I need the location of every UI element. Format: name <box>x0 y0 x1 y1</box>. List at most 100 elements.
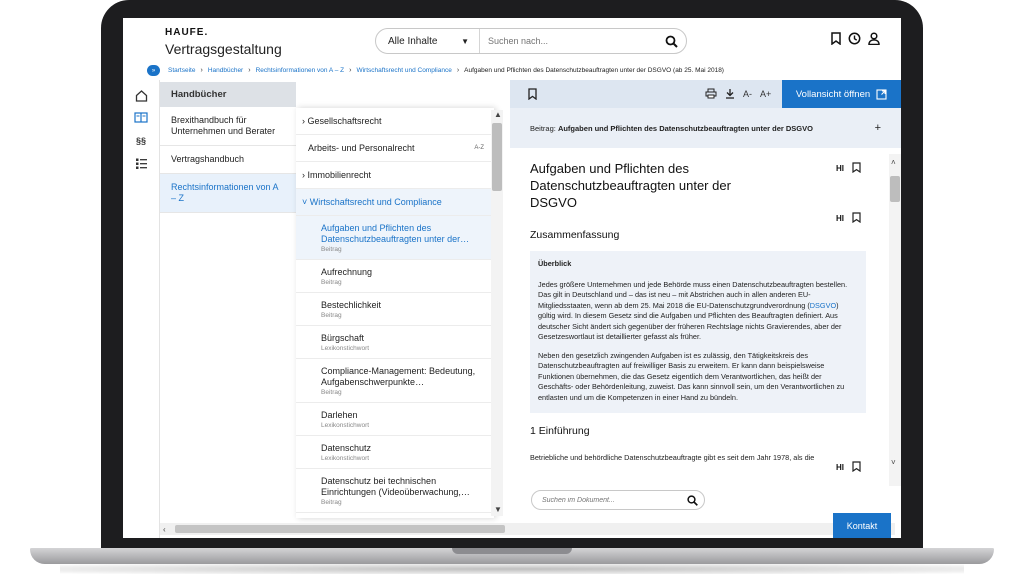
breadcrumb-link[interactable]: Startseite <box>168 67 195 74</box>
left-rail: §§ <box>123 80 160 538</box>
az-sort-icon[interactable]: A-Z <box>474 145 484 151</box>
article-item-active[interactable]: Aufgaben und Pflichten des Datenschutzbe… <box>296 216 494 260</box>
horizontal-scroll-thumb[interactable] <box>175 525 505 533</box>
search-button[interactable] <box>656 29 686 53</box>
global-search: Alle Inhalte ▼ <box>375 28 687 54</box>
document-tools: A- A+ <box>705 80 771 108</box>
document-body: Aufgaben und Pflichten des Datenschutzbe… <box>510 150 888 486</box>
article-header-text: Beitrag: Aufgaben und Pflichten des Date… <box>530 124 813 133</box>
document-scrollbar[interactable] <box>889 154 901 486</box>
bookmark-icon[interactable] <box>852 212 861 225</box>
bookmark-icon[interactable] <box>852 162 861 175</box>
handbook-icon[interactable] <box>134 110 148 124</box>
dsgvo-link[interactable]: DSGVO <box>810 301 836 310</box>
topic-item-label: Arbeits- und Personalrecht <box>308 143 415 153</box>
handbook-item[interactable]: Brexithandbuch für Unternehmen und Berat… <box>160 107 296 146</box>
breadcrumb-link[interactable]: Rechtsinformationen von A – Z <box>256 67 345 74</box>
document-toolbar: A- A+ Vollansicht öffnen <box>510 80 901 108</box>
topic-item[interactable]: › Immobilienrecht <box>296 162 494 189</box>
handbook-item[interactable]: Vertragshandbuch <box>160 146 296 174</box>
document-scroll-thumb[interactable] <box>890 176 900 202</box>
scroll-down-icon[interactable]: ˅ <box>891 458 896 467</box>
search-scope-select[interactable]: Alle Inhalte ▼ <box>376 29 480 53</box>
topic-item[interactable]: › Gesellschaftsrecht <box>296 108 494 135</box>
article-kind: Beitrag <box>321 389 342 396</box>
user-icon[interactable] <box>868 32 880 45</box>
article-kind: Beitrag <box>321 246 342 253</box>
introduction-text: Betriebliche und behördliche Datenschutz… <box>530 453 815 462</box>
title-actions: HI <box>836 162 861 175</box>
paragraph-icon[interactable]: §§ <box>134 134 148 148</box>
breadcrumb-current: Aufgaben und Pflichten des Datenschutzbe… <box>464 67 724 74</box>
article-title: Aufgaben und Pflichten des Datenschutzbe… <box>321 223 470 244</box>
document-search-input[interactable] <box>540 495 687 505</box>
article-item[interactable]: Bestechlichkeit Beitrag <box>296 293 494 326</box>
article-header-title: Aufgaben und Pflichten des Datenschutzbe… <box>557 123 813 133</box>
breadcrumb: » Startseite › Handbücher › Rechtsinform… <box>147 65 724 76</box>
full-view-button[interactable]: Vollansicht öffnen <box>782 80 901 108</box>
search-icon[interactable] <box>687 494 698 506</box>
app-screen: HAUFE. Vertragsgestaltung Alle Inhalte ▼… <box>123 18 901 538</box>
breadcrumb-link[interactable]: Wirtschaftsrecht und Compliance <box>356 67 451 74</box>
article-item[interactable]: Compliance-Management: Bedeutung, Aufgab… <box>296 359 494 403</box>
summary-heading: Überblick <box>538 259 572 268</box>
highlight-button[interactable]: HI <box>836 214 844 223</box>
search-input[interactable] <box>480 36 656 46</box>
search-scope-label: Alle Inhalte <box>388 35 438 47</box>
topic-item-label: Immobilienrecht <box>307 170 372 180</box>
print-icon[interactable] <box>705 88 717 101</box>
section-heading-summary: Zusammenfassung <box>530 229 620 241</box>
article-kind: Lexikonstichwort <box>321 345 370 352</box>
topic-item-active[interactable]: ˅ Wirtschaftsrecht und Compliance <box>296 189 494 216</box>
bookmark-icon[interactable] <box>528 88 537 100</box>
handbook-nav-header: Handbücher <box>160 82 296 107</box>
laptop-shadow <box>60 564 964 574</box>
haufe-logo[interactable]: HAUFE. <box>165 27 208 38</box>
breadcrumb-toggle-button[interactable]: » <box>147 65 160 76</box>
article-item[interactable]: Aufrechnung Beitrag <box>296 260 494 293</box>
article-item[interactable]: Datenschutz Lexikonstichwort <box>296 436 494 469</box>
list-icon[interactable] <box>134 156 148 170</box>
font-smaller-button[interactable]: A- <box>743 89 752 99</box>
scroll-down-icon[interactable]: ▼ <box>494 505 502 514</box>
topic-nav-scroll-thumb[interactable] <box>492 123 502 191</box>
handbook-item-active[interactable]: Rechtsinformationen von A – Z <box>160 174 296 213</box>
topic-item-label: Wirtschaftsrecht und Compliance <box>309 197 442 207</box>
highlight-button[interactable]: HI <box>836 463 844 472</box>
history-clock-icon[interactable] <box>848 32 861 45</box>
scroll-up-icon[interactable]: ˄ <box>891 158 896 167</box>
scroll-up-icon[interactable]: ▲ <box>494 110 502 119</box>
topic-item[interactable]: Arbeits- und Personalrecht A-Z <box>296 135 494 162</box>
breadcrumb-separator: › <box>349 67 352 74</box>
search-icon <box>665 35 678 48</box>
chevron-down-icon: ˅ <box>302 197 310 207</box>
topic-item-label: Gesellschaftsrecht <box>307 116 382 126</box>
download-icon[interactable] <box>725 88 735 101</box>
contact-button[interactable]: Kontakt <box>833 513 891 538</box>
breadcrumb-link[interactable]: Handbücher <box>208 67 243 74</box>
article-title: Darlehen <box>321 410 358 420</box>
breadcrumb-separator: › <box>248 67 251 74</box>
article-item[interactable]: Darlehen Lexikonstichwort <box>296 403 494 436</box>
article-item[interactable]: Bürgschaft Lexikonstichwort <box>296 326 494 359</box>
home-icon[interactable] <box>134 88 148 102</box>
font-larger-button[interactable]: A+ <box>760 89 771 99</box>
intro-actions: HI <box>836 461 861 474</box>
expand-plus-button[interactable]: + <box>875 122 881 134</box>
article-kind: Beitrag <box>321 279 342 286</box>
article-title: Compliance-Management: Bedeutung, Aufgab… <box>321 366 476 387</box>
highlight-button[interactable]: HI <box>836 164 844 173</box>
expand-icon <box>876 88 887 100</box>
full-view-label: Vollansicht öffnen <box>795 88 871 100</box>
article-kind: Beitrag <box>321 312 342 319</box>
summary-box: Überblick Jedes größere Unternehmen und … <box>530 251 866 413</box>
summary-paragraph: Neben den gesetzlich zwingenden Aufgaben… <box>538 350 845 402</box>
scroll-left-icon[interactable]: ‹ <box>163 525 166 534</box>
article-title: Aufrechnung <box>321 267 373 277</box>
article-item[interactable]: Datenschutz bei technischen Einrichtunge… <box>296 469 494 513</box>
laptop-notch <box>452 548 572 554</box>
article-header-bar: Beitrag: Aufgaben und Pflichten des Date… <box>510 108 901 148</box>
bookmark-icon[interactable] <box>831 32 841 45</box>
bookmark-icon[interactable] <box>852 461 861 474</box>
article-title: Datenschutz bei technischen Einrichtunge… <box>321 476 470 497</box>
